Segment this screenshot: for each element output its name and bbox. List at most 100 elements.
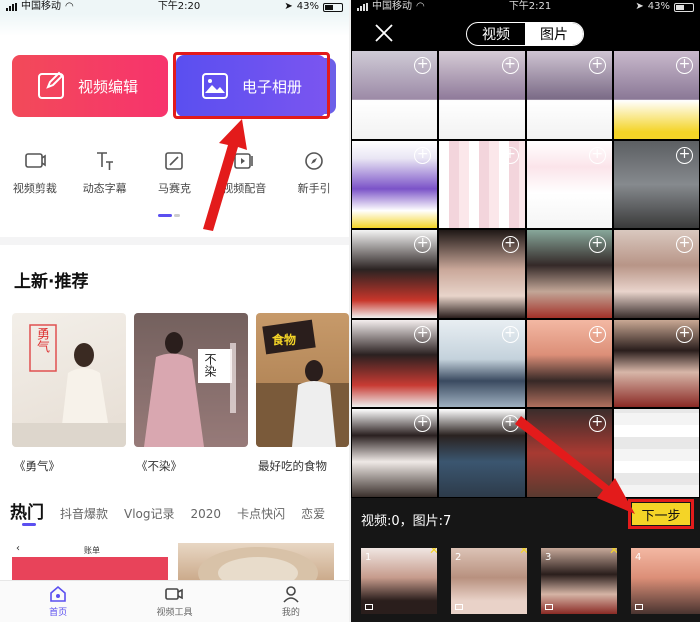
image-type-icon bbox=[365, 604, 373, 610]
photo-thumb[interactable]: + bbox=[525, 50, 613, 140]
tool-mosaic[interactable]: 马赛克 bbox=[140, 150, 210, 200]
compass-icon bbox=[305, 152, 323, 170]
selected-thumb[interactable]: 4 bbox=[631, 548, 700, 614]
add-icon[interactable]: + bbox=[414, 236, 432, 254]
template-thumb[interactable] bbox=[178, 543, 334, 599]
status-bar: 中国移动 ◠ 下午2:21 ➤ 43% bbox=[351, 0, 700, 14]
add-icon[interactable]: + bbox=[414, 325, 432, 343]
photo-thumb[interactable]: + bbox=[351, 318, 439, 409]
nav-profile[interactable]: 我的 bbox=[233, 581, 349, 622]
add-icon[interactable]: + bbox=[588, 57, 606, 74]
mosaic-icon bbox=[165, 152, 184, 170]
photo-thumb[interactable]: + bbox=[438, 318, 526, 409]
media-type-toggle: 视频 图片 bbox=[466, 22, 584, 46]
selection-number: 2 bbox=[455, 552, 462, 563]
tab-vlog[interactable]: Vlog记录 bbox=[124, 505, 175, 522]
remove-icon[interactable]: ✕ bbox=[429, 548, 437, 557]
tool-video-crop[interactable]: 视频剪裁 bbox=[0, 150, 70, 200]
tab-douyin[interactable]: 抖音爆款 bbox=[60, 505, 108, 522]
add-icon[interactable]: + bbox=[501, 415, 519, 433]
add-icon[interactable]: + bbox=[414, 415, 432, 433]
selected-thumb[interactable]: 2 ✕ bbox=[451, 548, 527, 614]
add-icon[interactable]: + bbox=[676, 57, 693, 74]
video-edit-label: 视频编辑 bbox=[78, 77, 139, 96]
tool-label: 新手引 bbox=[297, 182, 331, 195]
photo-thumb[interactable]: + bbox=[612, 318, 700, 409]
add-icon[interactable]: + bbox=[588, 236, 606, 254]
tool-label: 动态字幕 bbox=[82, 182, 127, 195]
photo-thumb[interactable]: + bbox=[351, 50, 439, 140]
add-icon[interactable]: + bbox=[676, 146, 693, 164]
card-title: 《勇气》 bbox=[14, 459, 60, 473]
add-icon[interactable]: + bbox=[501, 236, 519, 254]
close-icon[interactable] bbox=[373, 22, 395, 44]
add-icon[interactable]: + bbox=[414, 57, 432, 74]
add-icon[interactable]: + bbox=[414, 146, 432, 164]
template-card[interactable]: 勇气 bbox=[12, 313, 126, 447]
card-image bbox=[134, 313, 248, 447]
tool-label: 马赛克 bbox=[157, 182, 191, 195]
photo-thumb[interactable]: + bbox=[612, 50, 700, 140]
selection-number: 1 bbox=[365, 552, 372, 563]
tab-indicator bbox=[22, 523, 36, 526]
wifi-icon: ◠ bbox=[416, 1, 425, 12]
add-icon[interactable]: + bbox=[501, 146, 519, 164]
photo-thumb[interactable]: + bbox=[438, 50, 526, 140]
segment-video[interactable]: 视频 bbox=[467, 23, 525, 45]
template-thumb[interactable]: ‹ 账单 bbox=[12, 543, 168, 583]
photo-thumb[interactable] bbox=[612, 408, 700, 498]
photo-thumb[interactable]: + bbox=[438, 139, 526, 230]
photo-grid: + + + + + + + + + + + + + + + + + + + bbox=[351, 50, 700, 498]
tab-love[interactable]: 恋爱 bbox=[301, 505, 325, 522]
template-card[interactable]: 食物 bbox=[256, 313, 349, 447]
tool-subtitle[interactable]: 动态字幕 bbox=[70, 150, 140, 200]
add-icon[interactable]: + bbox=[588, 146, 606, 164]
section-title: 上新·推荐 bbox=[14, 272, 89, 292]
nav-video-tool[interactable]: 视频工具 bbox=[116, 581, 232, 622]
photo-thumb[interactable]: + bbox=[525, 318, 613, 409]
photo-thumb[interactable]: + bbox=[612, 139, 700, 230]
photo-thumb[interactable]: + bbox=[438, 408, 526, 498]
image-type-icon bbox=[545, 604, 553, 610]
tab-beat[interactable]: 卡点快闪 bbox=[237, 505, 285, 522]
carrier: 中国移动 bbox=[372, 1, 412, 12]
template-card[interactable]: 不染 bbox=[134, 313, 248, 447]
selection-count: 视频:0，图片:7 bbox=[361, 514, 452, 529]
photo-thumb[interactable]: + bbox=[525, 229, 613, 319]
segment-image[interactable]: 图片 bbox=[525, 23, 583, 45]
photo-thumb[interactable]: + bbox=[525, 408, 613, 498]
photo-thumb[interactable]: + bbox=[438, 229, 526, 319]
header-bg bbox=[0, 14, 349, 36]
nav-label: 视频工具 bbox=[156, 608, 193, 618]
photo-thumb[interactable]: + bbox=[351, 408, 439, 498]
add-icon[interactable]: + bbox=[676, 325, 693, 343]
tab-hot[interactable]: 热门 bbox=[10, 498, 44, 523]
battery-percent: 43% bbox=[647, 1, 670, 12]
location-icon: ➤ bbox=[284, 1, 293, 12]
add-icon[interactable]: + bbox=[676, 236, 693, 254]
add-icon[interactable]: + bbox=[501, 325, 519, 343]
photo-thumb[interactable]: + bbox=[612, 229, 700, 319]
add-icon[interactable]: + bbox=[588, 415, 606, 433]
card-image bbox=[12, 324, 126, 447]
add-icon[interactable]: + bbox=[501, 57, 519, 74]
nav-home[interactable]: 首页 bbox=[0, 581, 116, 622]
video-edit-button[interactable]: 视频编辑 bbox=[12, 55, 168, 117]
tool-label: 视频配音 bbox=[222, 182, 267, 195]
tool-label: 视频剪裁 bbox=[12, 182, 57, 195]
photo-thumb[interactable]: + bbox=[525, 139, 613, 230]
image-type-icon bbox=[635, 604, 643, 610]
remove-icon[interactable]: ✕ bbox=[519, 548, 527, 557]
selected-thumb[interactable]: 3 ✕ bbox=[541, 548, 617, 614]
tab-2020[interactable]: 2020 bbox=[191, 507, 222, 521]
dubbing-icon bbox=[234, 153, 254, 169]
remove-icon[interactable]: ✕ bbox=[609, 548, 617, 557]
carrier: 中国移动 bbox=[21, 1, 61, 12]
photo-thumb[interactable]: + bbox=[351, 229, 439, 319]
tool-guide[interactable]: 新手引 bbox=[279, 150, 349, 200]
add-icon[interactable]: + bbox=[588, 325, 606, 343]
selected-thumb[interactable]: 1 ✕ bbox=[361, 548, 437, 614]
photo-thumb[interactable]: + bbox=[351, 139, 439, 230]
tool-dubbing[interactable]: 视频配音 bbox=[209, 150, 279, 200]
video-crop-icon bbox=[25, 153, 46, 168]
